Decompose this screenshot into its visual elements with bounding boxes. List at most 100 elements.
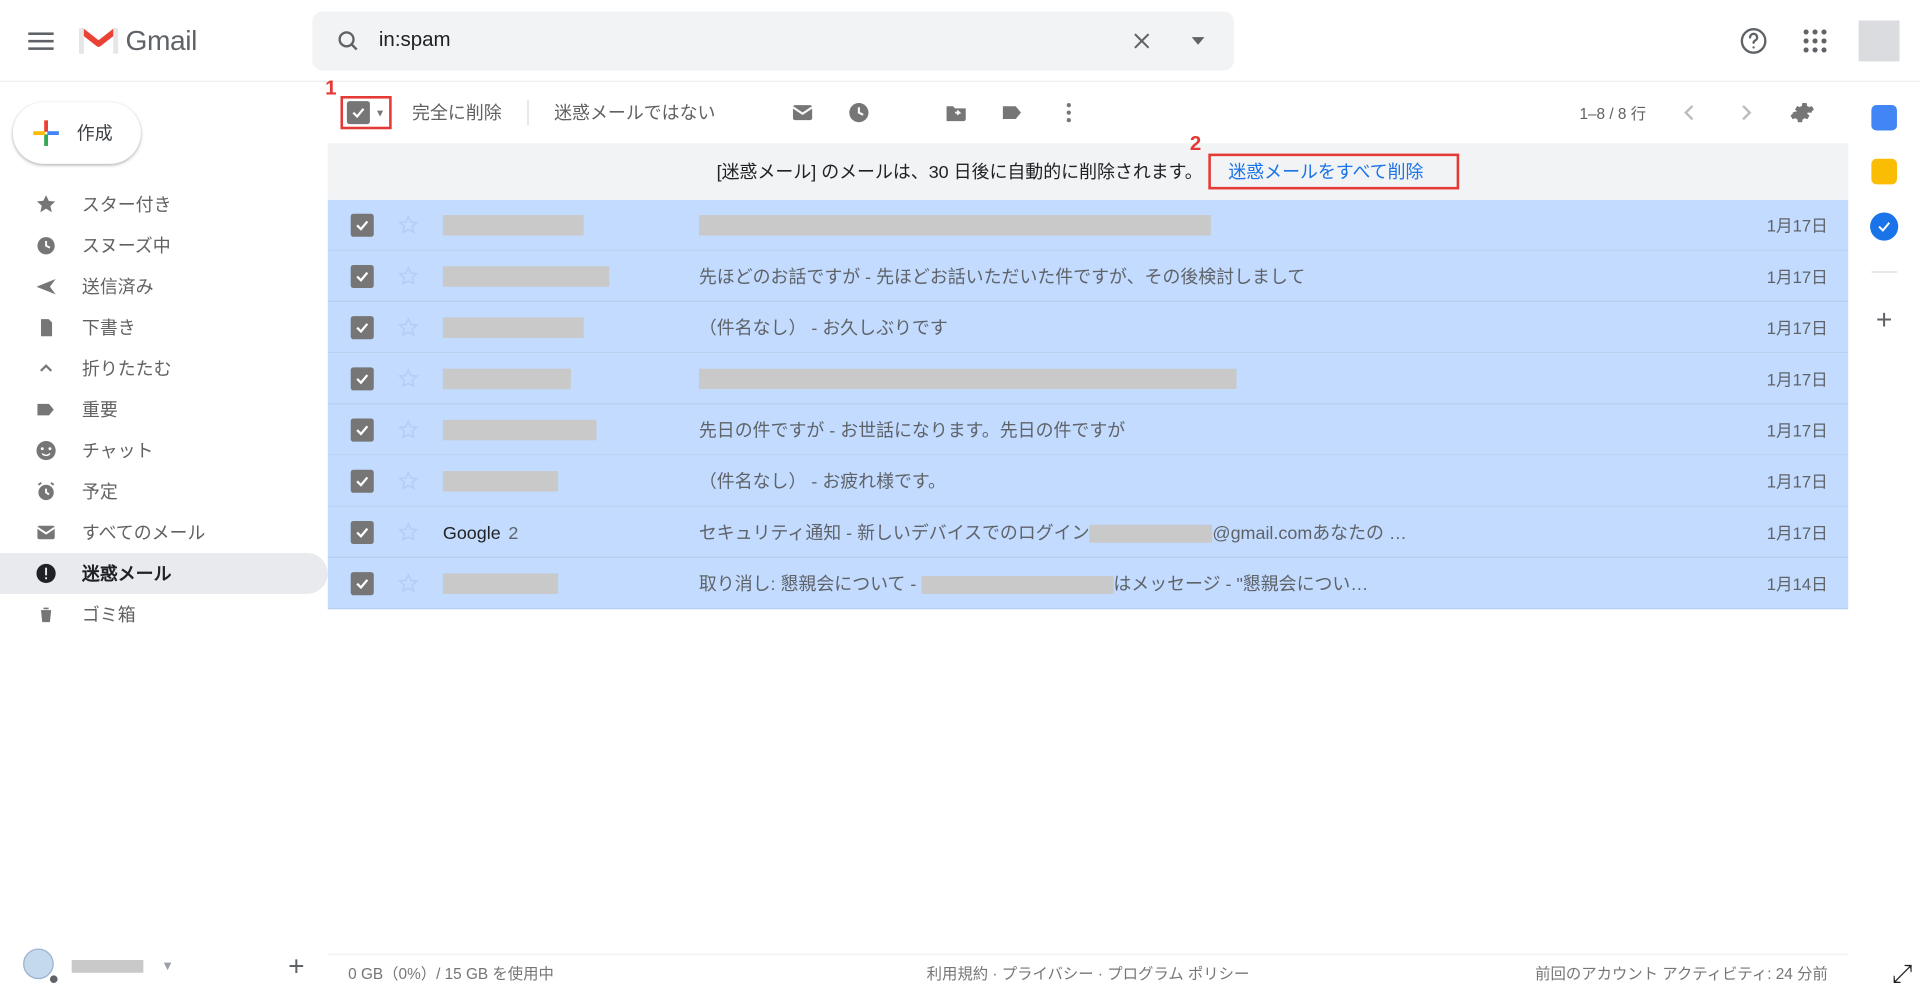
select-dropdown-icon[interactable]: ▼ <box>375 107 385 119</box>
row-checkbox[interactable] <box>351 572 374 595</box>
divider <box>527 100 528 126</box>
main-menu-button[interactable] <box>10 10 71 71</box>
sidebar-icon <box>33 480 59 503</box>
star-icon[interactable] <box>397 572 420 595</box>
get-addons-button[interactable]: + <box>1876 303 1892 336</box>
sidebar-item-10[interactable]: ゴミ箱 <box>0 594 328 635</box>
search-options-dropdown[interactable] <box>1170 34 1226 47</box>
sidebar-item-label: すべてのメール <box>82 520 205 546</box>
mail-row[interactable]: Google 2セキュリティ通知 - 新しいデバイスでのログイン@gmail.c… <box>328 507 1849 558</box>
gmail-wordmark: Gmail <box>125 24 197 57</box>
sender-placeholder <box>443 368 571 388</box>
star-icon[interactable] <box>397 418 420 441</box>
sidebar-icon <box>33 439 59 462</box>
gmail-logo[interactable]: Gmail <box>77 24 287 57</box>
hangouts-status[interactable]: ▼ + <box>0 941 328 992</box>
footer-activity[interactable]: 前回のアカウント アクティビティ: 24 分前 <box>1535 963 1828 985</box>
calendar-addon-icon[interactable] <box>1871 105 1897 131</box>
sidebar-item-3[interactable]: 下書き <box>0 307 328 348</box>
keep-addon-icon[interactable] <box>1871 159 1897 185</box>
sidebar-item-2[interactable]: 送信済み <box>0 266 328 307</box>
star-icon[interactable] <box>397 264 420 287</box>
subject-placeholder <box>699 368 1237 388</box>
sidebar-item-0[interactable]: スター付き <box>0 184 328 225</box>
row-checkbox[interactable] <box>351 264 374 287</box>
sidebar-item-label: 予定 <box>82 479 118 505</box>
subject-cell: 取り消し: 懇親会について - はメッセージ - "懇親会につい… <box>699 570 1751 596</box>
spam-banner-text: [迷惑メール] のメールは、30 日後に自動的に削除されます。 <box>717 159 1203 185</box>
row-checkbox[interactable] <box>351 520 374 543</box>
move-to-button[interactable] <box>930 87 981 138</box>
sender-placeholder <box>443 317 584 337</box>
sidebar-item-1[interactable]: スヌーズ中 <box>0 225 328 266</box>
side-panel-divider <box>1871 271 1897 272</box>
sidebar-item-label: 下書き <box>82 315 136 341</box>
mail-list: 1月17日先ほどのお話ですが - 先ほどお話いただいた件ですが、その後検討しまし… <box>328 200 1849 954</box>
chevron-down-icon: ▼ <box>161 959 174 973</box>
mail-row[interactable]: 先ほどのお話ですが - 先ほどお話いただいた件ですが、その後検討しまして1月17… <box>328 251 1849 302</box>
row-checkbox[interactable] <box>351 213 374 236</box>
subject-cell <box>699 214 1751 234</box>
subject-text: （件名なし） - お久しぶりです <box>699 314 948 340</box>
sender-cell <box>443 368 699 388</box>
sidebar-item-4[interactable]: 折りたたむ <box>0 348 328 389</box>
compose-button[interactable]: 作成 <box>13 102 141 163</box>
search-bar[interactable] <box>312 11 1234 70</box>
delete-all-spam-link[interactable]: 迷惑メールをすべて削除 <box>1216 156 1437 187</box>
search-icon[interactable] <box>320 28 376 54</box>
prev-page-button[interactable] <box>1664 87 1715 138</box>
more-button[interactable] <box>1043 87 1094 138</box>
snooze-button[interactable] <box>833 87 884 138</box>
mail-row[interactable]: 先日の件ですが - お世話になります。先日の件ですが1月17日 <box>328 404 1849 455</box>
next-page-button[interactable] <box>1720 87 1771 138</box>
mark-unread-button[interactable] <box>777 87 828 138</box>
plus-multicolor-icon <box>31 118 62 149</box>
row-checkbox[interactable] <box>351 316 374 339</box>
star-icon[interactable] <box>397 367 420 390</box>
star-icon[interactable] <box>397 469 420 492</box>
star-icon[interactable] <box>397 316 420 339</box>
labels-button[interactable] <box>987 87 1038 138</box>
mail-row[interactable]: （件名なし） - お久しぶりです1月17日 <box>328 302 1849 353</box>
header: Gmail <box>0 0 1920 82</box>
account-avatar[interactable] <box>1859 20 1900 61</box>
mail-row[interactable]: 1月17日 <box>328 353 1849 404</box>
spam-banner: [迷惑メール] のメールは、30 日後に自動的に削除されます。 2 迷惑メールを… <box>328 143 1849 199</box>
sidebar-icon <box>33 521 59 544</box>
sender-placeholder <box>443 419 597 439</box>
search-input[interactable] <box>376 28 1113 54</box>
sidebar-item-6[interactable]: チャット <box>0 430 328 471</box>
sidebar-item-8[interactable]: すべてのメール <box>0 512 328 553</box>
subject-placeholder <box>921 576 1113 594</box>
new-chat-button[interactable]: + <box>288 950 304 983</box>
tasks-addon-icon[interactable] <box>1870 212 1898 240</box>
select-all-checkbox[interactable]: 1 ▼ <box>340 96 391 129</box>
delete-forever-button[interactable]: 完全に削除 <box>397 100 517 126</box>
sidebar-item-label: ゴミ箱 <box>82 602 136 628</box>
sidebar-item-9[interactable]: 迷惑メール <box>0 553 328 594</box>
support-button[interactable] <box>1728 15 1779 66</box>
sidebar-item-7[interactable]: 予定 <box>0 471 328 512</box>
mail-row[interactable]: （件名なし） - お疲れ様です。1月17日 <box>328 456 1849 507</box>
not-spam-button[interactable]: 迷惑メールではない <box>539 100 731 126</box>
star-icon[interactable] <box>397 520 420 543</box>
subject-cell: セキュリティ通知 - 新しいデバイスでのログイン@gmail.comあなたの … <box>699 519 1751 545</box>
footer-policies[interactable]: 利用規約 · プライバシー · プログラム ポリシー <box>927 963 1250 985</box>
row-checkbox[interactable] <box>351 418 374 441</box>
google-apps-button[interactable] <box>1789 15 1840 66</box>
row-checkbox[interactable] <box>351 367 374 390</box>
sidebar-item-label: 折りたたむ <box>82 356 172 382</box>
sidebar-item-label: 送信済み <box>82 274 154 300</box>
settings-button[interactable] <box>1777 87 1828 138</box>
sender-cell <box>443 419 699 439</box>
date-cell: 1月17日 <box>1751 520 1828 544</box>
search-clear-button[interactable] <box>1114 30 1170 50</box>
date-cell: 1月17日 <box>1751 468 1828 492</box>
row-checkbox[interactable] <box>351 469 374 492</box>
sidebar-item-5[interactable]: 重要 <box>0 389 328 430</box>
sidebar-icon <box>33 360 59 378</box>
mail-row[interactable]: 取り消し: 懇親会について - はメッセージ - "懇親会につい…1月14日 <box>328 558 1849 609</box>
mail-row[interactable]: 1月17日 <box>328 200 1849 251</box>
date-cell: 1月17日 <box>1751 417 1828 441</box>
star-icon[interactable] <box>397 213 420 236</box>
